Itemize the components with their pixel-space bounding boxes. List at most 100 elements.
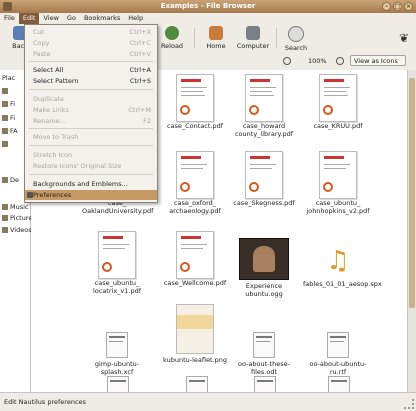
zoom-level: 100%	[308, 57, 327, 65]
menu-item-make-links[interactable]: Make Links Ctrl+M	[25, 105, 157, 115]
file-name: case_ubuntu_ locatrix_v1.pdf	[92, 279, 142, 295]
pdf-thumbnail-icon	[245, 151, 283, 199]
gnome-foot-icon: ❦	[398, 31, 410, 45]
status-text: Edit Nautilus preferences	[4, 398, 86, 406]
menu-separator	[29, 61, 153, 62]
sidebar-item[interactable]	[2, 139, 10, 150]
search-button[interactable]: Search	[276, 26, 316, 52]
menu-item-duplicate[interactable]: Duplicate	[25, 94, 157, 104]
audio-file-icon: ♫	[326, 246, 350, 276]
pdf-thumbnail-icon	[319, 74, 357, 122]
computer-button[interactable]: Computer	[233, 26, 273, 50]
home-button[interactable]: Home	[196, 26, 236, 50]
minimize-button[interactable]: –	[382, 2, 391, 11]
menu-help[interactable]: Help	[124, 13, 147, 24]
search-label: Search	[284, 44, 308, 52]
file-name: case_Contact.pdf	[166, 122, 224, 130]
menu-separator	[29, 128, 153, 129]
magnifier-icon	[288, 26, 304, 42]
close-button[interactable]: ×	[404, 2, 413, 11]
place-icon	[2, 88, 8, 94]
file-name: case_Skegness.pdf	[233, 199, 295, 207]
toolbar-separator	[194, 28, 195, 48]
file-item[interactable]: case_howard county_library.pdf	[229, 74, 299, 138]
home-icon	[209, 26, 223, 40]
video-thumbnail-icon	[239, 238, 289, 280]
file-item[interactable]: case_Wellcome.pdf	[160, 231, 230, 287]
menu-view[interactable]: View	[39, 13, 62, 24]
pictures-folder-icon	[2, 215, 8, 221]
computer-icon	[246, 26, 260, 40]
menu-go[interactable]: Go	[63, 13, 80, 24]
menu-item-select-all[interactable]: Select All Ctrl+A	[25, 65, 157, 75]
menu-item-select-pattern[interactable]: Select Pattern Ctrl+S	[25, 76, 157, 86]
pdf-thumbnail-icon	[245, 74, 283, 122]
menu-item-cut[interactable]: Cut Ctrl+X	[25, 27, 157, 37]
file-item[interactable]: kubuntu-leaflet.png	[160, 304, 230, 364]
menu-item-copy[interactable]: Copy Ctrl+C	[25, 38, 157, 48]
edit-menu: Cut Ctrl+X Copy Ctrl+C Paste Ctrl+V Select …	[24, 24, 158, 203]
file-item[interactable]: case_ubuntu_ locatrix_v1.pdf	[82, 231, 152, 295]
file-name: oo-about-ubuntu-ru.rtf	[309, 360, 367, 376]
file-name: case_KRUU.pdf	[313, 122, 363, 130]
sidebar-item[interactable]: Fi	[2, 99, 15, 110]
home-label: Home	[206, 42, 226, 50]
rtf-file-icon	[327, 332, 349, 358]
menu-item-backgrounds-emblems[interactable]: Backgrounds and Emblems...	[25, 179, 157, 189]
menu-file[interactable]: File	[0, 13, 19, 24]
file-item[interactable]: oo-about-these-files.odt	[229, 332, 299, 376]
sidebar-item[interactable]	[2, 86, 10, 97]
file-name: case_oxford_ archaeology.pdf	[169, 199, 221, 215]
place-icon	[2, 141, 8, 147]
window-controls: – □ ×	[382, 2, 413, 11]
menu-separator	[29, 145, 153, 146]
menu-item-preferences[interactable]: Preferences	[25, 190, 157, 200]
zoom-in-icon[interactable]	[336, 57, 344, 65]
odt-file-icon	[253, 332, 275, 358]
pdf-thumbnail-icon	[176, 231, 214, 279]
menu-separator	[29, 89, 153, 90]
menu-item-paste[interactable]: Paste Ctrl+V	[25, 49, 157, 59]
sidebar-item[interactable]: FA	[2, 126, 18, 137]
sidebar-item-music[interactable]: Music	[2, 202, 29, 213]
pdf-thumbnail-icon	[319, 151, 357, 199]
vertical-scrollbar[interactable]	[407, 70, 416, 392]
file-item[interactable]: oo-about-ubuntu-ru.rtf	[303, 332, 373, 376]
pdf-thumbnail-icon	[176, 74, 214, 122]
sidebar-item[interactable]: Fi	[2, 113, 15, 124]
file-item[interactable]: Experience ubuntu.ogg	[229, 238, 299, 298]
place-icon	[2, 115, 8, 121]
maximize-button[interactable]: □	[393, 2, 402, 11]
menu-item-restore-icon-size[interactable]: Restore Icons' Original Size	[25, 161, 157, 171]
file-item[interactable]: case_Contact.pdf	[160, 74, 230, 130]
file-item[interactable]: case_oxford_ archaeology.pdf	[160, 151, 230, 215]
menu-bookmarks[interactable]: Bookmarks	[80, 13, 124, 24]
file-item[interactable]: case_KRUU.pdf	[303, 74, 373, 130]
scrollbar-thumb[interactable]	[409, 78, 415, 308]
menu-separator	[29, 174, 153, 175]
file-name: case_Wellcome.pdf	[163, 279, 227, 287]
menu-item-rename[interactable]: Rename... F2	[25, 116, 157, 126]
view-mode-select[interactable]: View as Icons	[350, 55, 406, 66]
file-item[interactable]: gimp-ubuntu-splash.xcf	[82, 332, 152, 376]
resize-grip-icon[interactable]	[404, 399, 414, 409]
sidebar-item-desktop[interactable]: De	[2, 175, 19, 186]
file-item[interactable]: case_ubuntu_ johnhopkins_v2.pdf	[303, 151, 373, 215]
reload-label: Reload	[160, 42, 184, 50]
sidebar-item-videos[interactable]: Videos	[2, 225, 32, 236]
menu-edit[interactable]: Edit	[18, 13, 40, 24]
place-icon	[2, 101, 8, 107]
reload-button[interactable]: Reload	[152, 26, 192, 50]
file-item[interactable]: case_Skegness.pdf	[229, 151, 299, 207]
file-item[interactable]: ♫ fables_01_01_aesop.spx	[303, 238, 382, 288]
window-title: Examples - File Browser	[160, 2, 256, 10]
zoom-out-icon[interactable]	[283, 57, 291, 65]
file-browser-window: Examples - File Browser – □ × File Edit …	[0, 0, 416, 411]
menu-item-stretch-icon[interactable]: Stretch Icon	[25, 150, 157, 160]
videos-folder-icon	[2, 227, 8, 233]
status-bar: Edit Nautilus preferences	[0, 392, 416, 411]
music-folder-icon	[2, 204, 8, 210]
xcf-file-icon	[106, 332, 128, 358]
menu-item-move-to-trash[interactable]: Move to Trash	[25, 132, 157, 142]
folder-icon	[3, 2, 12, 11]
